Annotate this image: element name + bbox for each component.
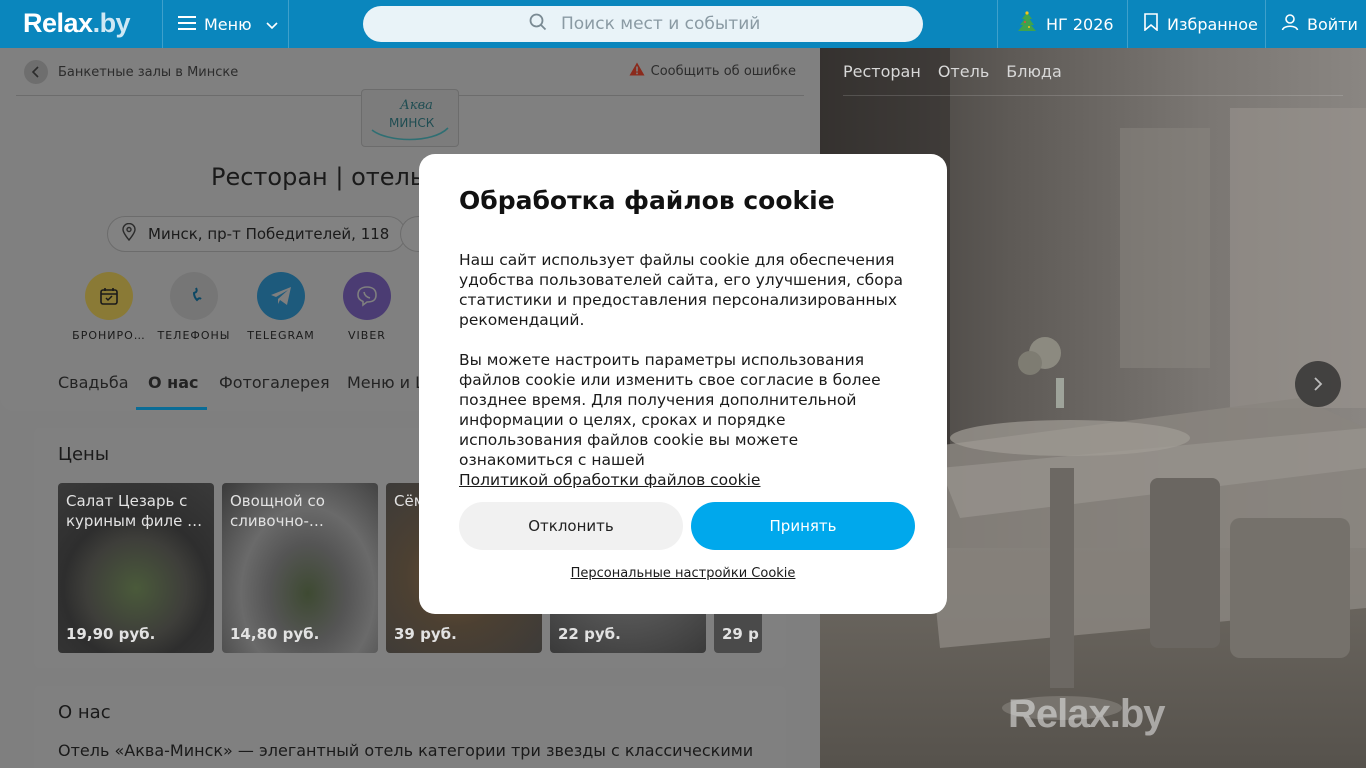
dish-name: Овощной со сливочно-… bbox=[230, 492, 325, 530]
viber-icon bbox=[357, 286, 377, 307]
breadcrumb[interactable]: Банкетные залы в Минске bbox=[24, 60, 238, 84]
header-divider bbox=[997, 0, 998, 48]
action-circle bbox=[170, 272, 218, 320]
hamburger-icon bbox=[178, 15, 196, 34]
logo-text-minsk: МИНСК bbox=[389, 116, 435, 130]
viber-action[interactable]: VIBER bbox=[322, 272, 412, 342]
report-error-link[interactable]: Сообщить об ошибке bbox=[629, 62, 796, 80]
logo-suffix: .by bbox=[92, 8, 131, 38]
header-divider bbox=[162, 0, 163, 48]
cookie-policy-link[interactable]: Политикой обработки файлов cookie bbox=[459, 471, 760, 489]
tab-menu[interactable]: Меню и Ц bbox=[347, 373, 428, 392]
gallery-tabs: Ресторан Отель Блюда bbox=[843, 62, 1062, 81]
chevron-right-icon bbox=[1314, 377, 1323, 391]
cookie-modal-text: Наш сайт использует файлы cookie для обе… bbox=[459, 250, 911, 490]
action-label: БРОНИРО… bbox=[72, 329, 146, 342]
favorites-label: Избранное bbox=[1167, 14, 1258, 34]
login-label: Войти bbox=[1307, 14, 1358, 34]
tab-gallery[interactable]: Фотогалерея bbox=[219, 373, 330, 392]
gallery-divider bbox=[843, 95, 1343, 96]
about-text: Отель «Аква-Минск» — элегантный отель ка… bbox=[58, 741, 754, 760]
new-year-label: НГ 2026 bbox=[1046, 14, 1114, 34]
dish-price: 22 руб. bbox=[558, 625, 621, 643]
search-input[interactable] bbox=[561, 14, 891, 34]
dish-price: 29 р bbox=[722, 625, 759, 643]
action-circle bbox=[257, 272, 305, 320]
dish-name: Салат Цезарь с куриным филе … bbox=[66, 492, 203, 530]
search-icon bbox=[529, 13, 547, 35]
cookie-modal-title: Обработка файлов cookie bbox=[459, 186, 835, 215]
top-header: Relax.by Меню НГ 2026 bbox=[0, 0, 1366, 48]
favorites-link[interactable]: Избранное bbox=[1143, 12, 1258, 36]
telegram-icon bbox=[271, 287, 291, 305]
logo-text: Relax bbox=[23, 8, 93, 38]
action-circle bbox=[85, 272, 133, 320]
dish-price: 19,90 руб. bbox=[66, 625, 156, 643]
back-arrow-icon bbox=[24, 60, 48, 84]
business-title: Ресторан | отель bbox=[211, 163, 424, 191]
login-link[interactable]: Войти bbox=[1281, 12, 1358, 36]
bookmark-icon bbox=[1143, 13, 1159, 35]
business-logo: Аква МИНСК bbox=[361, 89, 459, 147]
decline-button[interactable]: Отклонить bbox=[459, 502, 683, 550]
menu-button[interactable]: Меню bbox=[178, 12, 278, 36]
calendar-icon bbox=[100, 288, 118, 305]
address-label: Минск, пр-т Победителей, 118 bbox=[148, 225, 390, 243]
site-logo[interactable]: Relax.by bbox=[23, 8, 131, 39]
gallery-tab-hotel[interactable]: Отель bbox=[938, 62, 989, 81]
logo-text-aqua: Аква bbox=[399, 98, 433, 113]
cookie-text-para-1: Наш сайт использует файлы cookie для обе… bbox=[459, 251, 904, 329]
map-pin-icon bbox=[122, 222, 136, 245]
accept-button[interactable]: Принять bbox=[691, 502, 915, 550]
about-card: О нас Отель «Аква-Минск» — элегантный от… bbox=[34, 686, 786, 768]
header-divider bbox=[288, 0, 289, 48]
booking-action[interactable]: БРОНИРО… bbox=[64, 272, 154, 342]
new-year-link[interactable]: НГ 2026 bbox=[1016, 11, 1114, 37]
action-circle bbox=[343, 272, 391, 320]
telegram-action[interactable]: TELEGRAM bbox=[236, 272, 326, 342]
gallery-next-button[interactable] bbox=[1295, 361, 1341, 407]
action-label: VIBER bbox=[348, 329, 386, 342]
cookie-modal: Обработка файлов cookie Наш сайт использ… bbox=[419, 154, 947, 614]
breadcrumb-label: Банкетные залы в Минске bbox=[58, 64, 239, 80]
cookie-text-para-2: Вы можете настроить параметры использова… bbox=[459, 351, 881, 469]
phone-icon bbox=[192, 287, 202, 302]
address-chip[interactable]: Минск, пр-т Победителей, 118 bbox=[107, 216, 407, 252]
search-bar[interactable] bbox=[363, 6, 923, 42]
dish-card[interactable]: Салат Цезарь с куриным филе … 19,90 руб. bbox=[58, 483, 214, 653]
about-title: О нас bbox=[58, 702, 111, 723]
gallery-tab-restaurant[interactable]: Ресторан bbox=[843, 62, 921, 81]
dish-card[interactable]: Овощной со сливочно-… 14,80 руб. bbox=[222, 483, 378, 653]
personal-cookie-settings-link[interactable]: Персональные настройки Cookie bbox=[419, 566, 947, 581]
watermark-logo: Relax.by bbox=[1008, 692, 1166, 736]
prices-title: Цены bbox=[58, 444, 110, 465]
page: Relax.by Меню НГ 2026 bbox=[0, 0, 1366, 768]
chevron-down-icon bbox=[266, 15, 278, 34]
warning-icon bbox=[629, 62, 645, 80]
dish-price: 14,80 руб. bbox=[230, 625, 320, 643]
gallery-tab-dishes[interactable]: Блюда bbox=[1006, 62, 1062, 81]
header-divider bbox=[1127, 0, 1128, 48]
phones-action[interactable]: ТЕЛЕФОНЫ bbox=[149, 272, 239, 342]
header-divider bbox=[1265, 0, 1266, 48]
dish-price: 39 руб. bbox=[394, 625, 457, 643]
report-error-label: Сообщить об ошибке bbox=[650, 63, 796, 79]
christmas-tree-icon bbox=[1016, 11, 1038, 37]
action-label: TELEGRAM bbox=[247, 329, 315, 342]
tab-about[interactable]: О нас bbox=[148, 373, 199, 392]
action-label: ТЕЛЕФОНЫ bbox=[157, 329, 231, 342]
tab-wedding[interactable]: Свадьба bbox=[58, 373, 129, 392]
user-icon bbox=[1281, 13, 1299, 35]
active-tab-indicator bbox=[136, 407, 207, 410]
menu-label: Меню bbox=[204, 14, 252, 34]
